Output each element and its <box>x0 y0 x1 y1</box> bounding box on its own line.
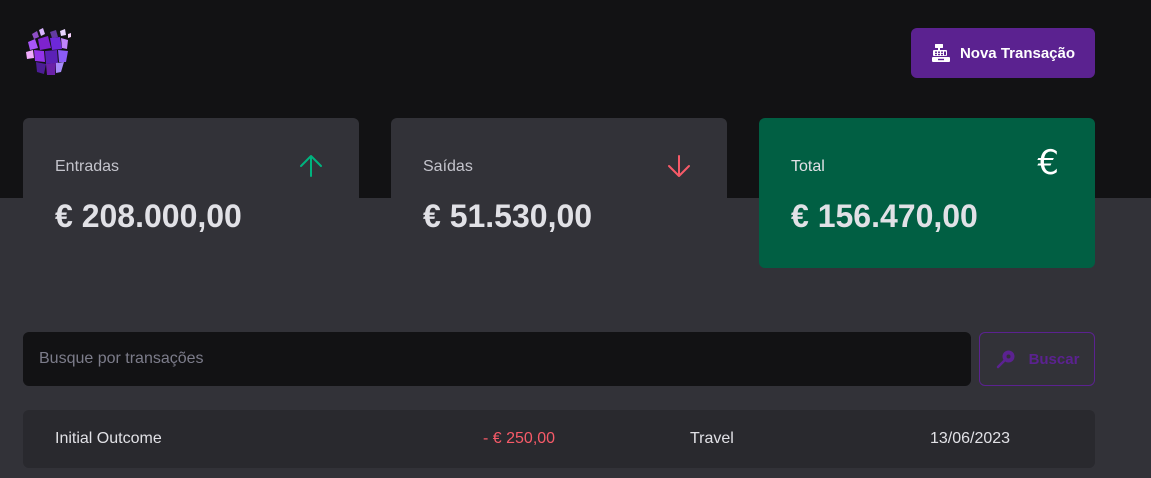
total-label: Total <box>791 158 825 175</box>
search-button-label: Buscar <box>1028 350 1080 368</box>
income-card: Entradas € 208.000,00 <box>23 118 359 268</box>
income-label: Entradas <box>55 158 120 175</box>
total-value: € 156.470,00 <box>791 198 978 234</box>
arrow-up-icon <box>300 155 322 177</box>
total-card: Total € € 156.470,00 <box>759 118 1095 268</box>
income-value: € 208.000,00 <box>55 198 242 234</box>
transaction-price: - € 250,00 <box>483 430 556 447</box>
ignite-logo-icon <box>26 28 71 75</box>
arrow-down-icon <box>668 155 690 177</box>
cash-register-icon <box>931 44 950 62</box>
outcome-card: Saídas € 51.530,00 <box>391 118 727 268</box>
transaction-description: Initial Outcome <box>55 430 162 447</box>
transaction-category: Travel <box>690 430 734 447</box>
new-transaction-button[interactable]: Nova Transação <box>911 28 1095 78</box>
search-icon <box>996 350 1015 369</box>
transaction-row: Initial Outcome - € 250,00 Travel 13/06/… <box>23 410 1095 468</box>
new-transaction-label: Nova Transação <box>959 44 1076 62</box>
outcome-value: € 51.530,00 <box>423 198 593 234</box>
outcome-label: Saídas <box>423 158 473 175</box>
euro-icon: € <box>1037 143 1059 183</box>
search-input[interactable] <box>23 332 971 386</box>
transaction-date: 13/06/2023 <box>930 430 1011 447</box>
search-button[interactable]: Buscar <box>979 332 1095 386</box>
